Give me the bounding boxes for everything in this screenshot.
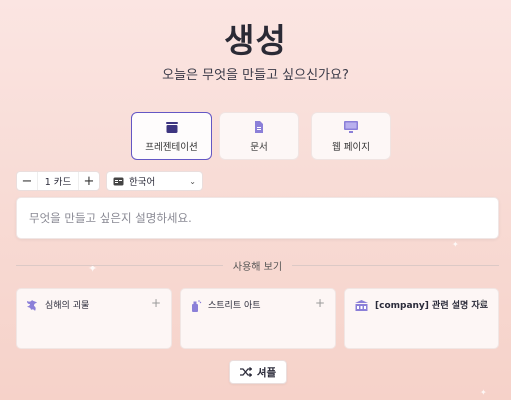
- example-text: 심해의 괴물: [45, 301, 90, 311]
- shuffle-icon: [239, 367, 252, 377]
- shuffle-label: 셔플: [256, 366, 277, 379]
- type-label: 문서: [250, 141, 268, 153]
- spray-can-icon: [190, 299, 202, 348]
- type-label: 프레젠테이션: [145, 141, 198, 153]
- type-webpage-button[interactable]: 웹 페이지: [311, 112, 391, 160]
- divider-line: [16, 264, 223, 266]
- increment-button[interactable]: +: [79, 172, 99, 190]
- type-label: 웹 페이지: [332, 141, 370, 153]
- example-card[interactable]: 심해의 괴물 +: [16, 288, 172, 349]
- decrement-button[interactable]: −: [17, 172, 37, 190]
- presentation-icon: [165, 120, 179, 134]
- shuffle-button[interactable]: 셔플: [229, 360, 287, 384]
- plus-icon: +: [477, 296, 488, 310]
- plus-icon: +: [314, 296, 325, 310]
- type-document-button[interactable]: 문서: [219, 112, 299, 160]
- divider-line: [292, 264, 499, 266]
- options-bar: − 1 카드 + 한국어 ⌄: [16, 171, 203, 191]
- prompt-input[interactable]: 무엇을 만들고 싶은지 설명하세요.: [16, 197, 499, 239]
- example-card[interactable]: 스트리트 아트 +: [180, 288, 336, 349]
- document-icon: [253, 120, 265, 134]
- type-presentation-button[interactable]: 프레젠테이션: [131, 112, 212, 160]
- sparkle-decoration: ✦: [480, 388, 487, 397]
- example-text: 스트리트 아트: [208, 301, 261, 311]
- language-value: 한국어: [129, 177, 156, 188]
- webpage-icon: [343, 120, 359, 134]
- content-type-selector: 프레젠테이션 문서 웹 페이지: [131, 112, 391, 160]
- page-subtitle: 오늘은 무엇을 만들고 싶으신가요?: [162, 68, 349, 83]
- example-text: [company] 관련 설명 자료: [375, 301, 488, 311]
- sea-monster-icon: [26, 299, 39, 348]
- plus-icon: +: [150, 296, 161, 310]
- card-count-stepper: − 1 카드 +: [16, 171, 100, 191]
- language-select[interactable]: 한국어 ⌄: [106, 171, 203, 191]
- sparkle-decoration: ✦: [452, 240, 459, 249]
- translate-icon: [113, 177, 124, 186]
- building-icon: [354, 299, 369, 348]
- card-count-value: 1 카드: [37, 172, 79, 190]
- examples-divider: 사용해 보기: [16, 258, 499, 273]
- examples-label: 사용해 보기: [232, 261, 283, 273]
- page-title: 생성: [224, 21, 287, 60]
- example-card[interactable]: [company] 관련 설명 자료 +: [344, 288, 499, 349]
- chevron-down-icon: ⌄: [189, 176, 196, 186]
- examples-list: 심해의 괴물 + 스트리트 아트 + [company] 관련 설명 자료 +: [16, 288, 499, 349]
